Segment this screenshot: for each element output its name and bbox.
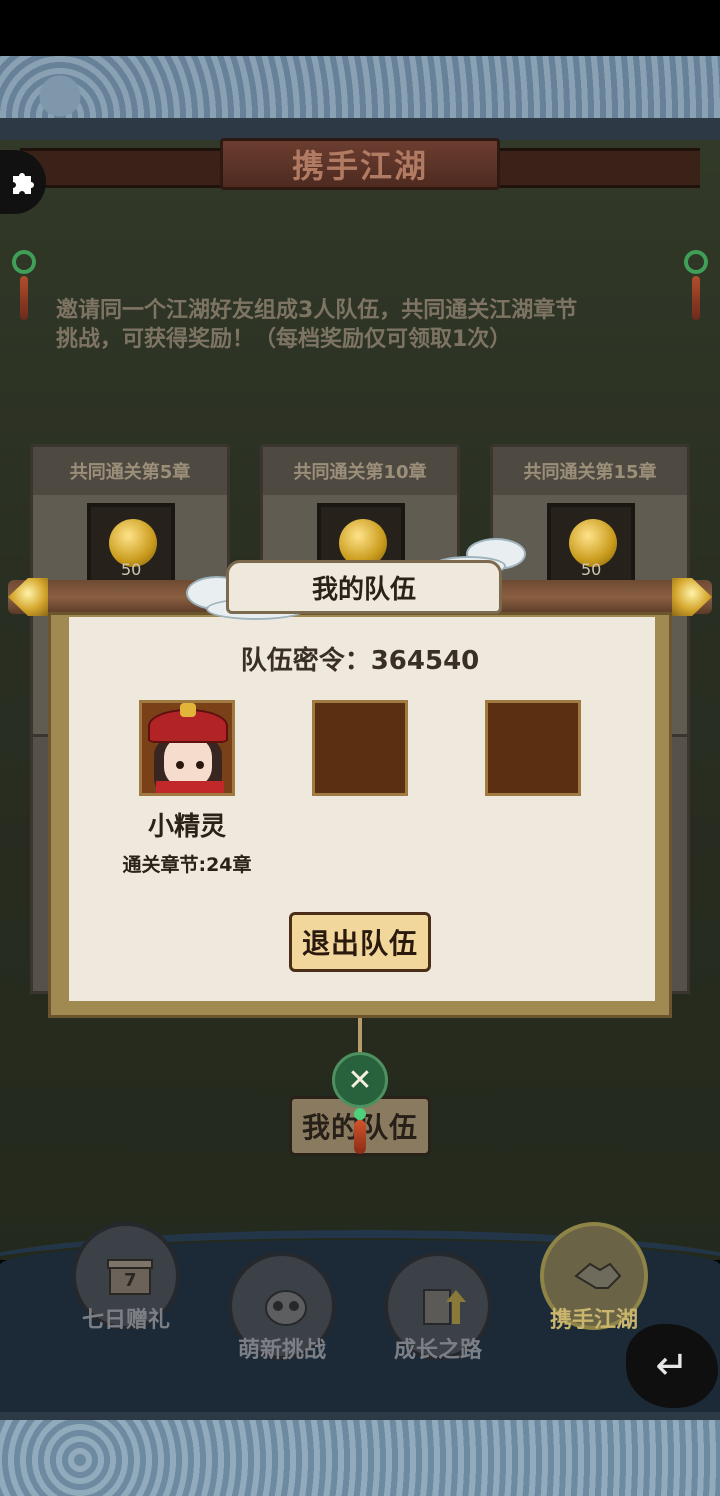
- book-arrow-icon: [423, 1289, 466, 1325]
- intro-text: 邀请同一个江湖好友组成3人队伍，共同通关江湖章节 挑战，可获得奖励！（每档奖励仅…: [56, 296, 676, 354]
- right-tassel-icon: [684, 250, 708, 320]
- reward-item[interactable]: 50: [87, 503, 175, 585]
- member-avatar[interactable]: [139, 700, 235, 796]
- close-bead-icon: [354, 1108, 366, 1120]
- gift-box-icon: 7: [107, 1259, 153, 1295]
- nav-label: 携手江湖: [549, 1308, 638, 1333]
- team-code: 队伍密令：364540: [240, 646, 480, 676]
- status-bar: [0, 0, 720, 56]
- close-button[interactable]: ✕: [332, 1052, 388, 1108]
- reward-label: 共同通关第5章: [33, 447, 227, 495]
- mask-icon: [265, 1290, 307, 1326]
- nav-label: 成长之路: [393, 1338, 482, 1363]
- leave-team-button[interactable]: 退出队伍: [289, 912, 431, 972]
- page-title: 携手江湖: [291, 147, 428, 185]
- nav-label: 七日赠礼: [81, 1308, 170, 1333]
- intro-line-2: 挑战，可获得奖励！（每档奖励仅可领取1次）: [56, 327, 512, 352]
- return-arrow-icon: ↵: [655, 1343, 689, 1389]
- bottom-pattern-band: [0, 1420, 720, 1496]
- nav-label: 萌新挑战: [237, 1338, 326, 1363]
- intro-line-1: 邀请同一个江湖好友组成3人队伍，共同通关江湖章节: [56, 298, 578, 323]
- nav-seven-day-gift[interactable]: 7 七日赠礼: [64, 1222, 188, 1334]
- modal-title: 我的队伍: [226, 560, 502, 614]
- nav-growth-path[interactable]: 成长之路: [376, 1252, 500, 1364]
- page-title-banner: 携手江湖: [220, 138, 500, 190]
- nav-join-jianghu[interactable]: 携手江湖: [532, 1222, 656, 1334]
- reward-label: 共同通关第15章: [493, 447, 687, 495]
- member-name: 小精灵: [147, 812, 226, 842]
- svg-text:7: 7: [124, 1270, 137, 1291]
- left-tassel-icon: [12, 250, 36, 320]
- member-progress: 通关章节:24章: [122, 854, 252, 876]
- close-tassel-icon: [354, 1120, 366, 1154]
- reward-label: 共同通关第10章: [263, 447, 457, 495]
- reward-count: 50: [581, 560, 602, 579]
- close-icon: ✕: [347, 1062, 373, 1098]
- empty-member-slot[interactable]: [485, 700, 581, 796]
- reward-count: 50: [121, 560, 142, 579]
- empty-member-slot[interactable]: [312, 700, 408, 796]
- nav-newbie-challenge[interactable]: 萌新挑战: [220, 1252, 344, 1364]
- handshake-icon: [574, 1262, 622, 1289]
- reward-item[interactable]: 50: [547, 503, 635, 585]
